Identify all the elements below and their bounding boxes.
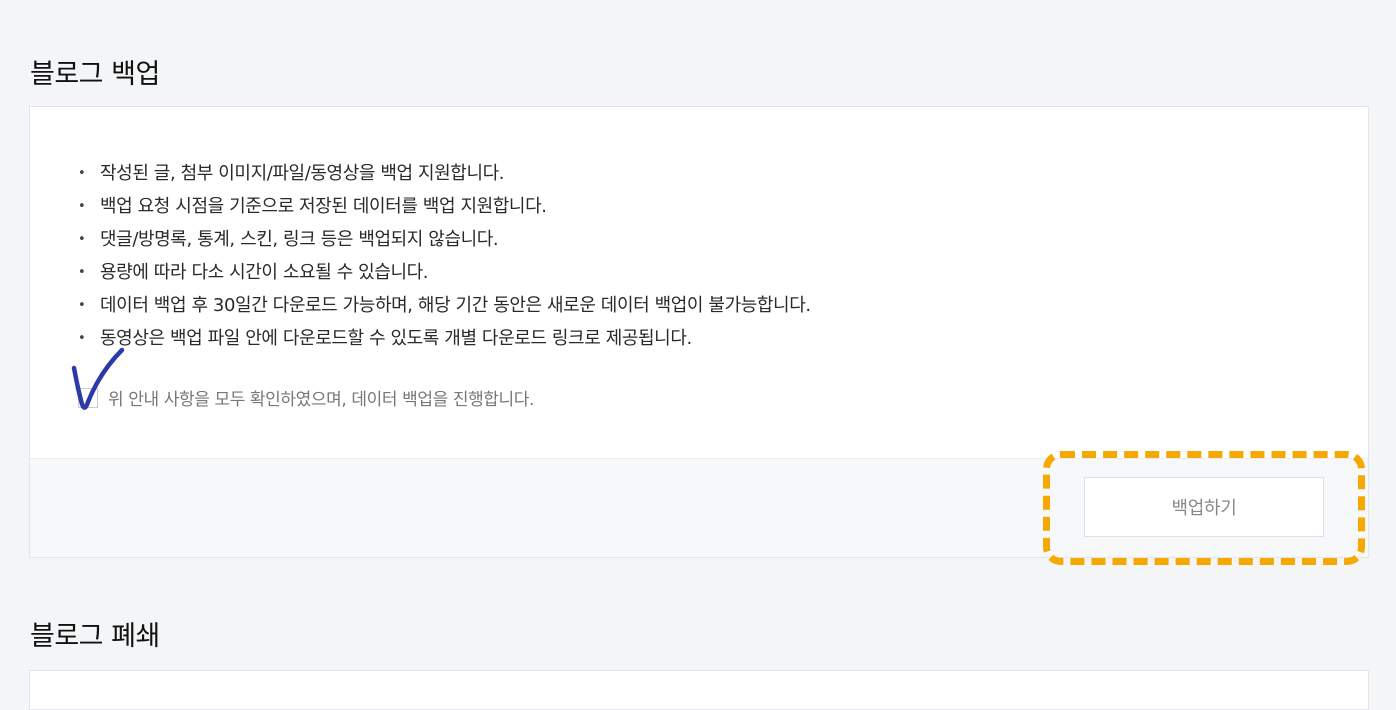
backup-button[interactable]: 백업하기 (1084, 477, 1324, 537)
close-card (29, 670, 1369, 710)
notice-item: 데이터 백업 후 30일간 다운로드 가능하며, 해당 기간 동안은 새로운 데… (78, 289, 811, 322)
notice-item: 백업 요청 시점을 기준으로 저장된 데이터를 백업 지원합니다. (78, 190, 811, 223)
confirm-checkbox-label[interactable]: 위 안내 사항을 모두 확인하였으며, 데이터 백업을 진행합니다. (108, 385, 534, 410)
notice-item: 댓글/방명록, 통계, 스킨, 링크 등은 백업되지 않습니다. (78, 223, 811, 256)
backup-notice-list: 작성된 글, 첨부 이미지/파일/동영상을 백업 지원합니다. 백업 요청 시점… (78, 157, 811, 355)
confirm-checkbox[interactable] (78, 387, 98, 408)
backup-card-footer: 백업하기 (30, 458, 1368, 557)
notice-item: 작성된 글, 첨부 이미지/파일/동영상을 백업 지원합니다. (78, 157, 811, 190)
notice-item: 용량에 따라 다소 시간이 소요될 수 있습니다. (78, 256, 811, 289)
backup-card: 작성된 글, 첨부 이미지/파일/동영상을 백업 지원합니다. 백업 요청 시점… (29, 106, 1369, 558)
close-section-title: 블로그 폐쇄 (30, 621, 160, 652)
confirm-checkbox-row[interactable]: 위 안내 사항을 모두 확인하였으며, 데이터 백업을 진행합니다. (78, 385, 534, 410)
notice-item: 동영상은 백업 파일 안에 다운로드할 수 있도록 개별 다운로드 링크로 제공… (78, 322, 811, 355)
backup-section-title: 블로그 백업 (30, 59, 160, 90)
